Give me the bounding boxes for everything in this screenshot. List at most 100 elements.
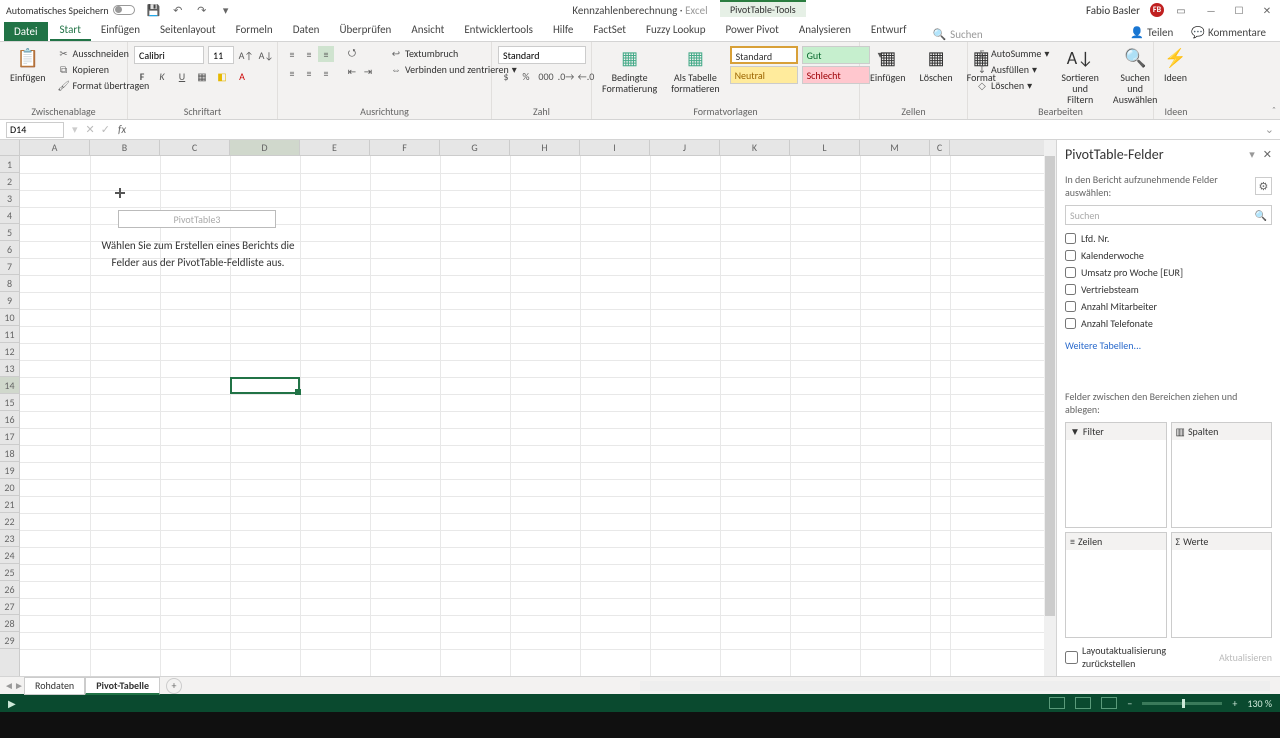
- col-header[interactable]: C: [930, 140, 950, 155]
- row-header[interactable]: 15: [0, 394, 19, 411]
- collapse-ribbon-icon[interactable]: ˆ: [1272, 104, 1276, 117]
- horizontal-scrollbar[interactable]: [640, 681, 1270, 691]
- decrease-indent-icon[interactable]: ⇤: [344, 63, 360, 79]
- ribbon-display-icon[interactable]: ▭: [1174, 3, 1188, 17]
- field-item[interactable]: Kalenderwoche: [1065, 248, 1272, 263]
- tab-power pivot[interactable]: Power Pivot: [715, 20, 788, 41]
- col-header[interactable]: A: [20, 140, 90, 155]
- col-header[interactable]: H: [510, 140, 580, 155]
- col-header[interactable]: G: [440, 140, 510, 155]
- row-header[interactable]: 18: [0, 445, 19, 462]
- align-right-icon[interactable]: ≡: [318, 65, 334, 81]
- tab-formeln[interactable]: Formeln: [226, 20, 283, 41]
- sheet-nav-next-icon[interactable]: ►: [14, 679, 24, 692]
- defer-layout-checkbox[interactable]: [1065, 651, 1078, 664]
- font-size-input[interactable]: [208, 46, 234, 64]
- user-name[interactable]: Fabio Basler: [1086, 4, 1140, 17]
- sheet-tab[interactable]: Rohdaten: [24, 677, 85, 695]
- col-header[interactable]: F: [370, 140, 440, 155]
- orientation-icon[interactable]: ⭯: [344, 46, 360, 62]
- row-header[interactable]: 5: [0, 224, 19, 241]
- increase-indent-icon[interactable]: ⇥: [360, 63, 376, 79]
- tell-me-search[interactable]: 🔍 Suchen: [932, 28, 982, 41]
- font-color-icon[interactable]: A: [234, 68, 250, 84]
- row-header[interactable]: 8: [0, 275, 19, 292]
- row-header[interactable]: 3: [0, 190, 19, 207]
- insert-cells-button[interactable]: ▦Einfügen: [866, 46, 910, 85]
- field-item[interactable]: Umsatz pro Woche [EUR]: [1065, 265, 1272, 280]
- format-as-table-button[interactable]: ▦Als Tabelle formatieren: [667, 46, 723, 96]
- align-bottom-icon[interactable]: ≡: [318, 46, 334, 62]
- avatar[interactable]: FB: [1150, 3, 1164, 17]
- tab-überprüfen[interactable]: Überprüfen: [329, 20, 401, 41]
- zoom-level[interactable]: 130 %: [1247, 697, 1272, 710]
- area-rows[interactable]: ≡Zeilen: [1065, 532, 1167, 638]
- grow-font-icon[interactable]: A↑: [238, 47, 254, 63]
- delete-cells-button[interactable]: ▦Löschen: [916, 46, 957, 85]
- view-layout-icon[interactable]: [1075, 697, 1091, 709]
- tab-analysieren[interactable]: Analysieren: [789, 20, 861, 41]
- row-header[interactable]: 6: [0, 241, 19, 258]
- col-header[interactable]: L: [790, 140, 860, 155]
- row-header[interactable]: 22: [0, 513, 19, 530]
- row-header[interactable]: 12: [0, 343, 19, 360]
- row-header[interactable]: 13: [0, 360, 19, 377]
- zoom-in-icon[interactable]: +: [1232, 697, 1237, 710]
- row-header[interactable]: 23: [0, 530, 19, 547]
- underline-button[interactable]: U: [174, 68, 190, 84]
- comments-button[interactable]: 💬Kommentare: [1185, 24, 1272, 41]
- gear-icon[interactable]: ⚙: [1255, 177, 1272, 195]
- field-search-input[interactable]: Suchen 🔍: [1065, 205, 1272, 225]
- accounting-icon[interactable]: $: [498, 68, 514, 84]
- borders-icon[interactable]: ▦: [194, 68, 210, 84]
- col-header[interactable]: C: [160, 140, 230, 155]
- row-header[interactable]: 26: [0, 581, 19, 598]
- select-all-corner[interactable]: [0, 140, 20, 156]
- ideas-button[interactable]: ⚡Ideen: [1160, 46, 1191, 85]
- expand-formula-bar-icon[interactable]: ⌄: [1265, 123, 1274, 136]
- fill-color-icon[interactable]: ◧: [214, 68, 230, 84]
- field-item[interactable]: Anzahl Mitarbeiter: [1065, 299, 1272, 314]
- tab-einfügen[interactable]: Einfügen: [91, 20, 150, 41]
- sheet-nav-prev-icon[interactable]: ◄: [4, 679, 14, 692]
- row-header[interactable]: 28: [0, 615, 19, 632]
- row-header[interactable]: 11: [0, 326, 19, 343]
- align-left-icon[interactable]: ≡: [284, 65, 300, 81]
- conditional-formatting-button[interactable]: ▦Bedingte Formatierung: [598, 46, 661, 96]
- tab-hilfe[interactable]: Hilfe: [543, 20, 583, 41]
- number-format-select[interactable]: [498, 46, 586, 64]
- row-header[interactable]: 16: [0, 411, 19, 428]
- field-item[interactable]: Anzahl Telefonate: [1065, 316, 1272, 331]
- update-button[interactable]: Aktualisieren: [1219, 651, 1272, 664]
- maximize-icon[interactable]: ☐: [1232, 3, 1246, 17]
- area-columns[interactable]: ▥Spalten: [1171, 422, 1273, 528]
- autosave-toggle[interactable]: Automatisches Speichern: [6, 4, 135, 17]
- qat-customize-icon[interactable]: ▾: [219, 3, 233, 17]
- percent-icon[interactable]: %: [518, 68, 534, 84]
- pane-close-icon[interactable]: ✕: [1263, 148, 1272, 161]
- row-header[interactable]: 10: [0, 309, 19, 326]
- tab-entwicklertools[interactable]: Entwicklertools: [454, 20, 543, 41]
- row-header[interactable]: 9: [0, 292, 19, 309]
- italic-button[interactable]: K: [154, 68, 170, 84]
- row-header[interactable]: 1: [0, 156, 19, 173]
- tab-seitenlayout[interactable]: Seitenlayout: [150, 20, 226, 41]
- add-sheet-button[interactable]: +: [166, 678, 182, 694]
- tab-daten[interactable]: Daten: [283, 20, 330, 41]
- style-neutral[interactable]: Neutral: [730, 66, 798, 84]
- redo-icon[interactable]: ↷: [195, 3, 209, 17]
- undo-icon[interactable]: ↶: [171, 3, 185, 17]
- fx-icon[interactable]: fx: [118, 123, 126, 136]
- increase-decimal-icon[interactable]: .0→: [558, 68, 574, 84]
- col-header[interactable]: M: [860, 140, 930, 155]
- col-header[interactable]: I: [580, 140, 650, 155]
- tab-entwurf[interactable]: Entwurf: [861, 20, 917, 41]
- minimize-icon[interactable]: —: [1204, 3, 1218, 17]
- row-header[interactable]: 7: [0, 258, 19, 275]
- tab-start[interactable]: Start: [50, 20, 91, 41]
- save-icon[interactable]: 💾: [147, 3, 161, 17]
- align-top-icon[interactable]: ≡: [284, 46, 300, 62]
- cancel-formula-icon[interactable]: ✕: [86, 123, 95, 136]
- row-header[interactable]: 27: [0, 598, 19, 615]
- row-header[interactable]: 21: [0, 496, 19, 513]
